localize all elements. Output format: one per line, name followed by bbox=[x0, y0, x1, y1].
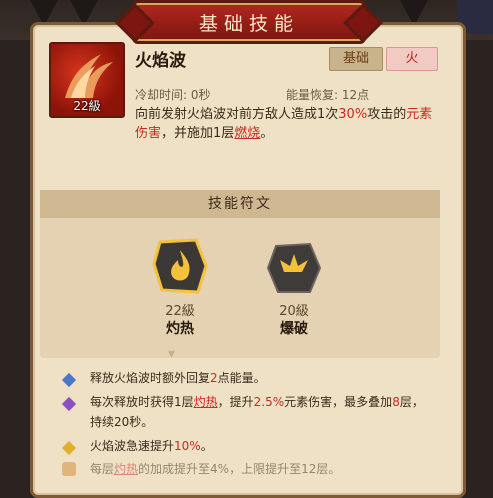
effect-line: 释放火焰波时额外回复2点能量。 bbox=[90, 368, 435, 388]
rune-name: 爆破 bbox=[280, 321, 308, 337]
effect-value: 2 bbox=[210, 371, 218, 385]
fire-wave-icon bbox=[65, 54, 113, 98]
effect-text: 的加成提升至4%，上限提升至12层。 bbox=[138, 462, 341, 476]
flame-icon bbox=[152, 238, 208, 294]
effect-text: 。 bbox=[200, 439, 213, 453]
rune-burst[interactable] bbox=[264, 238, 324, 298]
rune-name: 灼热 bbox=[166, 321, 194, 337]
effect-line: 火焰波急速提升10%。 bbox=[90, 436, 435, 456]
panel-title: 基础技能 bbox=[132, 0, 366, 44]
lock-icon bbox=[62, 462, 76, 476]
desc-percent: 30% bbox=[338, 107, 368, 122]
effect-line: 每次释放时获得1层灼热，提升2.5%元素伤害，最多叠加8层，持续20秒。 bbox=[90, 392, 435, 432]
effect-keyword-link[interactable]: 灼热 bbox=[114, 462, 138, 476]
effect-value: 10% bbox=[174, 439, 201, 453]
rune-level: 20級 bbox=[279, 304, 309, 319]
skill-level: 22級 bbox=[73, 99, 101, 113]
desc-text: 。 bbox=[260, 126, 274, 141]
effect-text: 点能量。 bbox=[217, 371, 266, 385]
desc-burn-link[interactable]: 燃烧 bbox=[234, 126, 260, 141]
effect-line: 每层灼热的加成提升至4%，上限提升至12层。 bbox=[90, 459, 435, 479]
rune-header: 技能符文 bbox=[40, 190, 440, 218]
energy-stat: 能量恢复: 12点 bbox=[286, 88, 370, 102]
rune-level: 22級 bbox=[165, 304, 195, 319]
rune-scorch[interactable] bbox=[150, 236, 210, 296]
tag-basic: 基础 bbox=[329, 47, 383, 71]
effect-value: 2.5% bbox=[253, 395, 285, 409]
chevron-down-icon: ▾ bbox=[168, 346, 176, 362]
effect-keyword-link[interactable]: 灼热 bbox=[194, 395, 218, 409]
skill-icon[interactable]: 22級 bbox=[49, 42, 125, 118]
skill-name: 火焰波 bbox=[135, 51, 186, 71]
effect-text: 每次释放时获得1层 bbox=[90, 395, 194, 409]
effect-text: 释放火焰波时额外回复 bbox=[90, 371, 211, 385]
desc-text: ，并施加1层 bbox=[161, 126, 235, 141]
effect-text: 元素伤害，最多叠加 bbox=[284, 395, 393, 409]
skill-description: 向前发射火焰波对前方敌人造成1次30%攻击的元素伤害，并施加1层燃烧。 bbox=[135, 105, 445, 143]
effect-text: ，提升 bbox=[217, 395, 254, 409]
desc-text: 向前发射火焰波对前方敌人造成1次 bbox=[135, 107, 339, 122]
burst-icon bbox=[266, 242, 322, 293]
cooldown-stat: 冷却时间: 0秒 bbox=[135, 88, 211, 102]
effect-value: 8 bbox=[392, 395, 400, 409]
desc-text: 攻击的 bbox=[367, 107, 407, 122]
tag-fire: 火 bbox=[386, 47, 438, 71]
effect-text: 火焰波急速提升 bbox=[90, 439, 175, 453]
effect-text: 每层 bbox=[90, 462, 115, 476]
